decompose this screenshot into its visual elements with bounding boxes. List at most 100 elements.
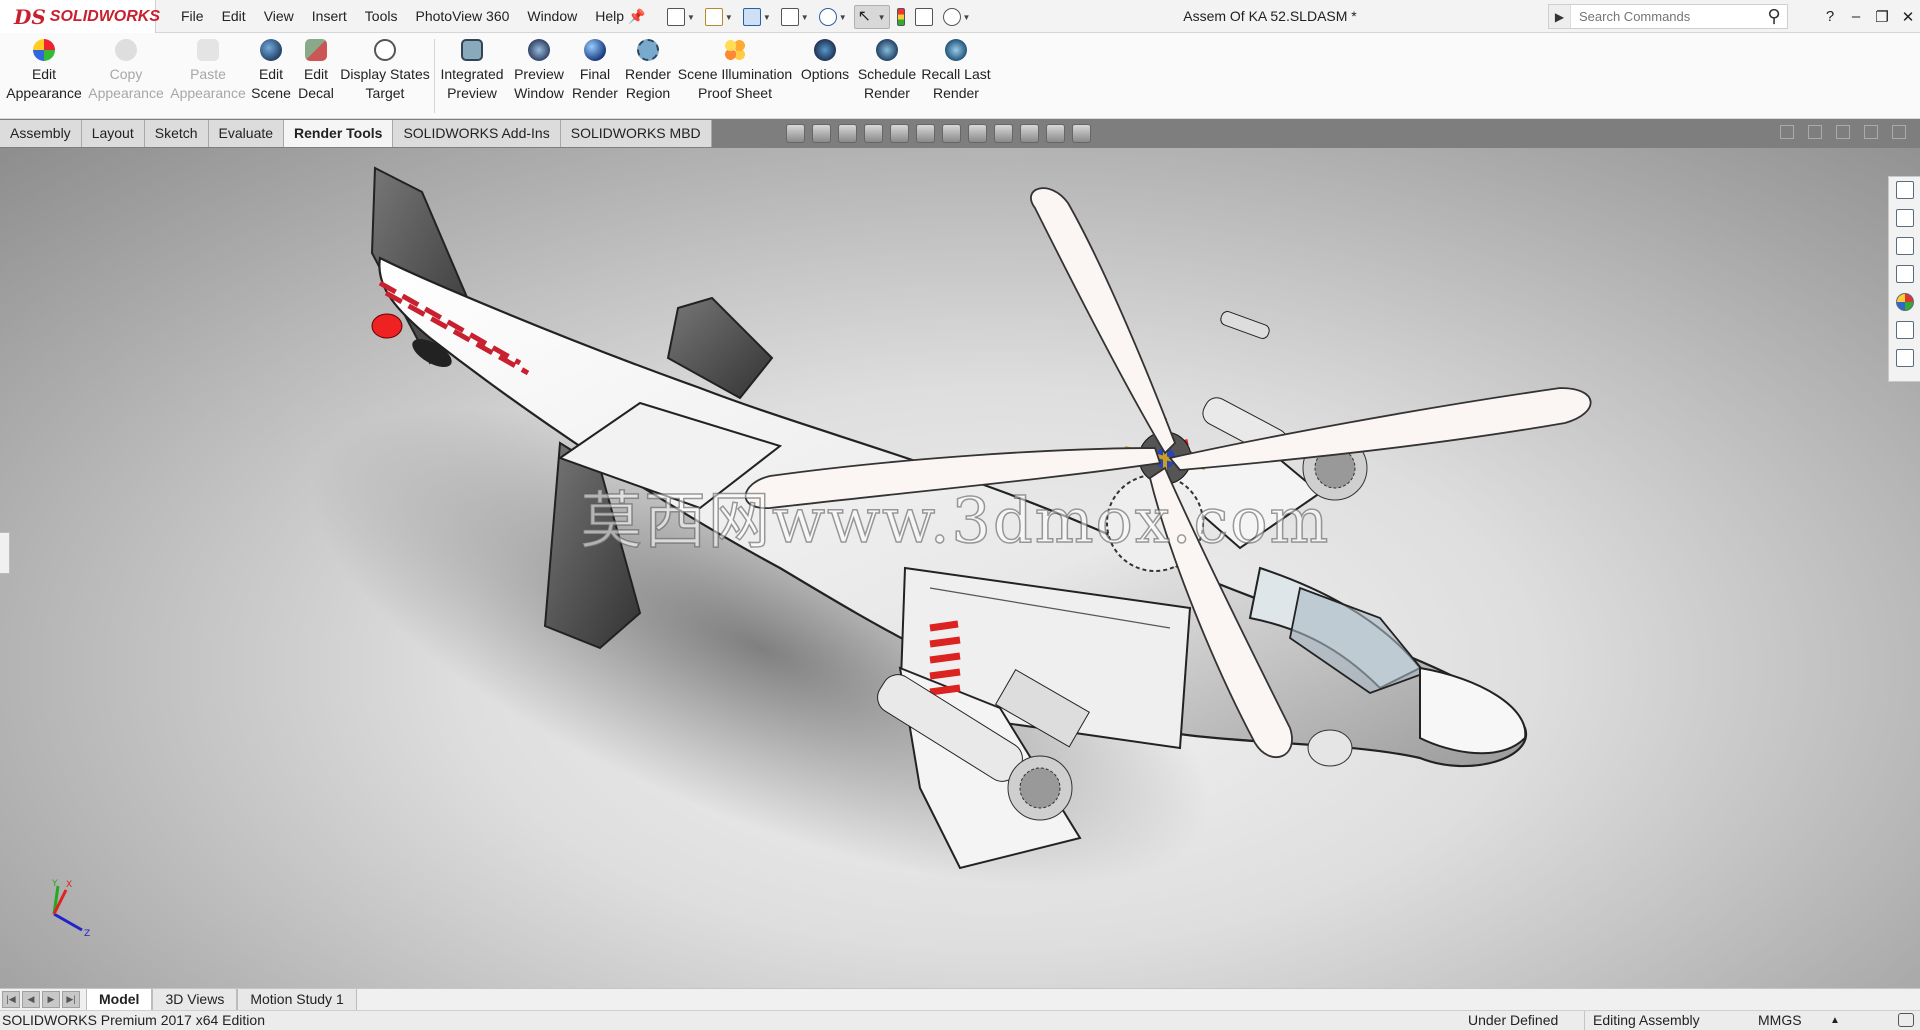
- file-explorer-icon[interactable]: [1895, 237, 1914, 255]
- tab-motion-study-1[interactable]: Motion Study 1: [237, 989, 357, 1011]
- zoom-to-area-icon[interactable]: [812, 124, 831, 143]
- definition-status: Under Defined: [1468, 1012, 1559, 1028]
- design-library-icon[interactable]: [1895, 209, 1914, 227]
- menu-file[interactable]: File: [172, 0, 213, 33]
- minimize-icon[interactable]: –: [1848, 8, 1864, 25]
- tile-vertical-icon[interactable]: [1808, 125, 1822, 139]
- pin-icon[interactable]: 📌: [628, 8, 645, 24]
- display-pane-icon[interactable]: [1072, 124, 1091, 143]
- menu-window[interactable]: Window: [518, 0, 586, 33]
- scene-illumination-proof-sheet-button[interactable]: Scene Illumination Proof Sheet: [678, 39, 792, 115]
- restore-icon[interactable]: ❐: [1874, 8, 1890, 26]
- menu-view[interactable]: View: [255, 0, 303, 33]
- custom-properties-icon[interactable]: [1895, 321, 1914, 339]
- save-icon: [742, 8, 761, 26]
- file-properties-button[interactable]: [912, 5, 936, 29]
- tab-sketch[interactable]: Sketch: [144, 120, 209, 147]
- last-tab-arrow-icon[interactable]: ▶|: [62, 991, 80, 1008]
- view-orientation-icon[interactable]: [916, 124, 935, 143]
- appearances-scenes-icon[interactable]: [1895, 293, 1914, 311]
- edit-appearance-hud-icon[interactable]: [994, 124, 1013, 143]
- title-bar: DS SOLIDWORKS File Edit View Insert Tool…: [0, 0, 1920, 33]
- edit-appearance-button[interactable]: Edit Appearance: [6, 39, 82, 115]
- preview-window-button[interactable]: Preview Window: [512, 39, 566, 115]
- first-tab-arrow-icon[interactable]: |◀: [2, 991, 20, 1008]
- undo-button[interactable]: ▼: [816, 5, 850, 29]
- menu-tools[interactable]: Tools: [356, 0, 407, 33]
- tab-evaluate[interactable]: Evaluate: [208, 120, 285, 147]
- menu-edit[interactable]: Edit: [213, 0, 255, 33]
- prev-tab-arrow-icon[interactable]: ◀: [22, 991, 40, 1008]
- open-button[interactable]: ▼: [702, 5, 736, 29]
- select-button[interactable]: ↖ ▼: [853, 5, 890, 29]
- view-palette-icon[interactable]: [1895, 265, 1914, 283]
- previous-view-icon[interactable]: [838, 124, 857, 143]
- tab-3d-views[interactable]: 3D Views: [152, 989, 238, 1011]
- integrated-preview-button[interactable]: Integrated Preview: [438, 39, 506, 115]
- search-input[interactable]: [1571, 5, 1761, 28]
- final-render-button[interactable]: Final Render: [572, 39, 618, 115]
- home-icon[interactable]: [1895, 181, 1914, 199]
- display-states-target-button[interactable]: Display States Target: [340, 39, 430, 115]
- options-button[interactable]: ▼: [940, 5, 974, 29]
- rotor-blade-1[interactable]: [1030, 187, 1177, 455]
- unit-system[interactable]: MMGS: [1758, 1011, 1802, 1030]
- viewport-restore-icon[interactable]: [1864, 125, 1878, 139]
- save-button[interactable]: ▼: [740, 5, 774, 29]
- viewport-close-icon[interactable]: [1892, 125, 1906, 139]
- search-commands: ▶ ⚲: [1548, 4, 1788, 29]
- messages-icon[interactable]: [1898, 1013, 1914, 1027]
- preview-window-icon: [528, 39, 550, 61]
- recall-last-render-button[interactable]: Recall Last Render: [921, 39, 991, 115]
- print-button[interactable]: ▼: [778, 5, 812, 29]
- solidworks-logo[interactable]: DS SOLIDWORKS: [0, 0, 160, 33]
- forum-icon[interactable]: [1895, 349, 1914, 367]
- triad-x-label: X: [66, 880, 72, 890]
- edit-scene-button[interactable]: Edit Scene: [251, 39, 291, 115]
- menu-insert[interactable]: Insert: [303, 0, 356, 33]
- units-menu-arrow-icon[interactable]: ▲: [1830, 1011, 1840, 1030]
- search-icon[interactable]: ⚲: [1761, 5, 1787, 28]
- graphics-area[interactable]: 莫西网www.3dmox.com X Y Z: [0, 148, 1920, 988]
- cursor-icon: ↖: [857, 8, 872, 25]
- next-tab-arrow-icon[interactable]: ▶: [42, 991, 60, 1008]
- copy-appearance-button[interactable]: Copy Appearance: [88, 39, 164, 115]
- undo-icon: [818, 8, 837, 26]
- tile-horizontal-icon[interactable]: [1780, 125, 1794, 139]
- rebuild-button[interactable]: [894, 5, 908, 29]
- new-document-button[interactable]: ▼: [664, 5, 698, 29]
- helicopter-model[interactable]: [0, 148, 1920, 988]
- options-ribbon-button[interactable]: Options: [798, 39, 852, 115]
- new-icon: [667, 8, 685, 26]
- zoom-to-fit-icon[interactable]: [786, 124, 805, 143]
- render-region-button[interactable]: Render Region: [624, 39, 672, 115]
- tab-assembly[interactable]: Assembly: [0, 120, 82, 147]
- tab-layout[interactable]: Layout: [81, 120, 145, 147]
- close-icon[interactable]: ✕: [1900, 8, 1916, 26]
- hide-show-items-icon[interactable]: [968, 124, 987, 143]
- tab-scroll-arrows: |◀ ◀ ▶ ▶|: [2, 991, 80, 1008]
- section-view-icon[interactable]: [864, 124, 883, 143]
- apply-scene-icon[interactable]: [1020, 124, 1039, 143]
- schedule-render-icon: [876, 39, 898, 61]
- command-manager: Edit Appearance Copy Appearance Paste Ap…: [0, 33, 1920, 119]
- tab-render-tools[interactable]: Render Tools: [284, 120, 394, 147]
- menu-help[interactable]: Help: [586, 0, 633, 33]
- display-style-icon[interactable]: [942, 124, 961, 143]
- feature-manager-toggle[interactable]: [0, 532, 10, 574]
- paste-appearance-button[interactable]: Paste Appearance: [170, 39, 246, 115]
- nose-cone: [1419, 666, 1527, 755]
- dynamic-annotation-icon[interactable]: [890, 124, 909, 143]
- command-prompt-icon[interactable]: ▶: [1549, 5, 1571, 28]
- edit-decal-button[interactable]: Edit Decal: [296, 39, 336, 115]
- tab-solidworks-add-ins[interactable]: SOLIDWORKS Add-Ins: [393, 120, 561, 147]
- help-icon[interactable]: ?: [1822, 8, 1838, 25]
- menu-photoview[interactable]: PhotoView 360: [406, 0, 518, 33]
- appearance-icon: [33, 39, 55, 61]
- viewport-minimize-icon[interactable]: [1836, 125, 1850, 139]
- render-options-icon: [814, 39, 836, 61]
- tab-model[interactable]: Model: [86, 989, 153, 1011]
- schedule-render-button[interactable]: Schedule Render: [858, 39, 916, 115]
- view-settings-icon[interactable]: [1046, 124, 1065, 143]
- tab-solidworks-mbd[interactable]: SOLIDWORKS MBD: [560, 120, 712, 147]
